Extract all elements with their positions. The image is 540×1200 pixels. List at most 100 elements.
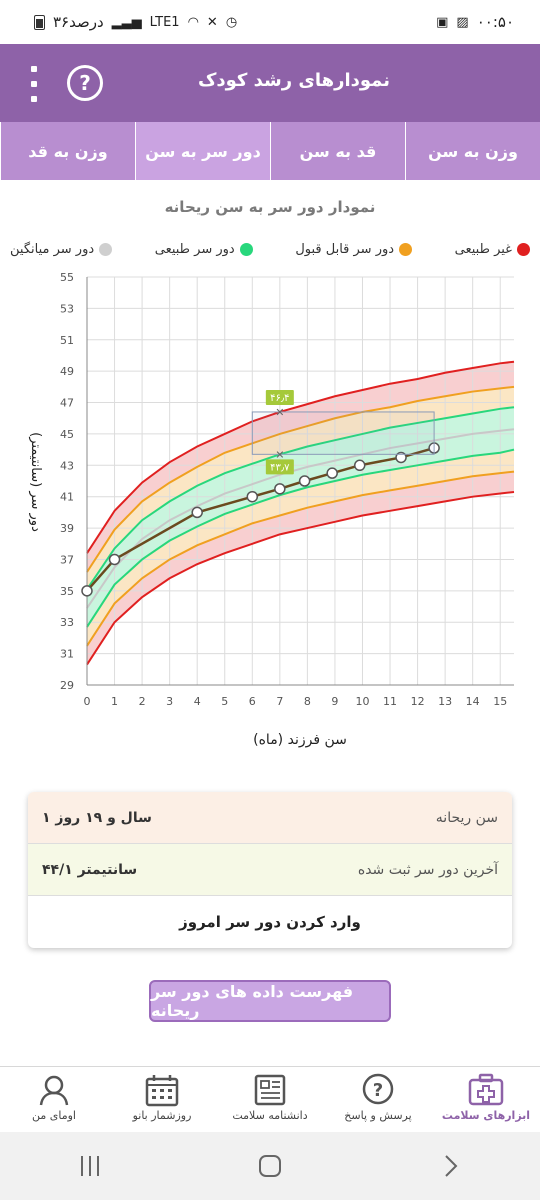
x-tick-label: 9	[331, 695, 338, 708]
annotation-label: ۴۶٫۴	[270, 393, 289, 404]
y-tick-label: 33	[60, 616, 74, 629]
data-point	[191, 506, 203, 519]
y-axis-label: دور سر (سانتیمتر)	[28, 432, 43, 532]
back-button[interactable]	[420, 1146, 480, 1186]
status-left: ۳۶درصد ▂▃▅ LTE1 ◠ ✕ ◷	[34, 13, 237, 31]
x-tick-label: 4	[194, 695, 201, 708]
nav-item-calendar[interactable]: روزشمار بانو	[108, 1067, 216, 1132]
legend-label: دور سر طبیعی	[154, 242, 235, 257]
legend-dot	[399, 243, 413, 256]
legend-item-normal[interactable]: دور سر طبیعی	[155, 242, 253, 257]
data-point	[108, 553, 121, 566]
data-point	[246, 490, 259, 503]
y-tick-label: 37	[60, 553, 74, 566]
mute-icon: ✕	[206, 14, 218, 30]
tab-weight-for-age[interactable]: وزن به سن	[405, 122, 540, 180]
legend-item-average[interactable]: دور سر میانگین	[10, 242, 113, 257]
annotation-marker: ✕	[275, 406, 284, 419]
tab-height-for-age[interactable]: قد به سن	[270, 122, 405, 180]
x-tick-label: 14	[466, 695, 480, 708]
status-time: ۰۰:۵۰	[476, 13, 514, 31]
x-tick-label: 7	[276, 695, 283, 708]
instagram-icon: ▣	[436, 14, 449, 30]
data-point	[353, 459, 366, 472]
y-tick-label: 41	[60, 491, 74, 504]
nav-label: دانشنامه سلامت	[232, 1109, 308, 1122]
chart-legend: غیر طبیعی دور سر قابل قبول دور سر طبیعی …	[10, 242, 530, 257]
legend-label: غیر طبیعی	[454, 242, 512, 257]
image-icon: ▨	[456, 14, 469, 30]
growth-chart[interactable]: 29313335373941434547495153550 1 2 3 4 5 6 7 8 9 10…	[0, 262, 540, 762]
x-tick-label: 5	[221, 695, 228, 708]
recent-apps-button[interactable]	[60, 1146, 120, 1186]
y-tick-label: 49	[60, 365, 74, 378]
x-tick-label: 3	[166, 695, 173, 708]
battery-icon	[34, 14, 45, 30]
health-kit-icon	[468, 1073, 504, 1106]
legend-dot	[516, 243, 530, 256]
last-measure-label: آخرین دور سر ثبت شده	[357, 861, 498, 878]
chart-tabs: وزن به سن قد به سن دور سر به سن وزن به ق…	[0, 122, 540, 180]
alarm-icon: ◷	[225, 14, 238, 30]
help-button[interactable]: ?	[67, 65, 103, 101]
home-icon	[259, 1155, 281, 1177]
y-tick-label: 29	[60, 679, 74, 692]
x-tick-label: 1	[111, 695, 118, 708]
nav-item-encyclopedia[interactable]: دانشنامه سلامت	[216, 1067, 324, 1132]
y-tick-label: 31	[60, 648, 74, 661]
chart-title: نمودار دور سر به سن ریحانه	[164, 198, 376, 216]
x-tick-label: 13	[438, 695, 452, 708]
tab-head-circumference-for-age[interactable]: دور سر به سن	[135, 122, 270, 180]
legend-label: دور سر میانگین	[10, 242, 95, 257]
tab-label: وزن به قد	[28, 141, 108, 161]
network-text: LTE1	[149, 14, 180, 30]
data-point	[326, 467, 338, 479]
y-tick-label: 55	[60, 271, 74, 284]
nav-item-health-tools[interactable]: ابزارهای سلامت	[432, 1067, 540, 1132]
nav-item-qa[interactable]: ? پرسش و پاسخ	[324, 1067, 432, 1132]
bottom-nav: ابزارهای سلامت ? پرسش و پاسخ دانشنامه سل…	[0, 1066, 540, 1132]
page-title: نمودارهای رشد کودک	[197, 70, 390, 91]
legend-item-abnormal[interactable]: غیر طبیعی	[455, 242, 530, 257]
nav-item-profile[interactable]: اومای من	[0, 1067, 108, 1132]
x-tick-label: 12	[411, 695, 425, 708]
y-tick-label: 39	[60, 522, 74, 535]
battery-text: ۳۶درصد	[53, 13, 104, 31]
status-bar: ۳۶درصد ▂▃▅ LTE1 ◠ ✕ ◷ ▣ ▨ ۰۰:۵۰	[0, 0, 540, 44]
age-label: سن ریحانه	[435, 809, 498, 826]
age-value: ۱ سال و ۱۹ روز	[42, 809, 152, 826]
question-icon: ?	[362, 1073, 394, 1105]
back-icon	[445, 1155, 458, 1177]
recent-apps-icon	[81, 1156, 99, 1176]
enter-today-button[interactable]: وارد کردن دور سر امروز	[28, 896, 512, 948]
last-measure-value: ۴۴/۱ سانتیمتر	[42, 861, 138, 878]
overflow-menu-icon[interactable]	[22, 66, 46, 102]
nav-label: اومای من	[32, 1109, 76, 1122]
data-point	[81, 585, 93, 597]
wifi-icon: ◠	[187, 14, 199, 30]
tab-label: قد به سن	[299, 141, 377, 161]
last-measure-row: ۴۴/۱ سانتیمتر آخرین دور سر ثبت شده	[28, 844, 512, 896]
x-tick-label: 11	[383, 695, 397, 708]
x-tick-label: 0	[84, 695, 91, 708]
calendar-icon	[145, 1075, 179, 1107]
nav-label: پرسش و پاسخ	[344, 1109, 412, 1122]
data-list-button[interactable]: فهرست داده های دور سر ریحانه	[149, 980, 391, 1022]
legend-label: دور سر قابل قبول	[295, 242, 395, 257]
encyclopedia-icon	[254, 1074, 286, 1106]
legend-item-acceptable[interactable]: دور سر قابل قبول	[295, 242, 413, 257]
nav-label: روزشمار بانو	[132, 1109, 192, 1122]
y-tick-label: 47	[60, 397, 74, 410]
age-row: ۱ سال و ۱۹ روز سن ریحانه	[28, 792, 512, 844]
nav-label: ابزارهای سلامت	[441, 1109, 531, 1122]
app-bar: ? نمودارهای رشد کودک	[0, 44, 540, 122]
help-symbol: ?	[79, 71, 91, 95]
annotation-label: ۴۳٫۷	[270, 462, 290, 473]
data-point	[274, 483, 286, 495]
signal-icon: ▂▃▅	[111, 14, 142, 30]
x-tick-label: 10	[355, 695, 369, 708]
info-card: ۱ سال و ۱۹ روز سن ریحانه ۴۴/۱ سانتیمتر آ…	[28, 792, 512, 948]
home-button[interactable]	[240, 1146, 300, 1186]
tab-weight-for-height[interactable]: وزن به قد	[0, 122, 135, 180]
system-nav-bar	[0, 1132, 540, 1200]
